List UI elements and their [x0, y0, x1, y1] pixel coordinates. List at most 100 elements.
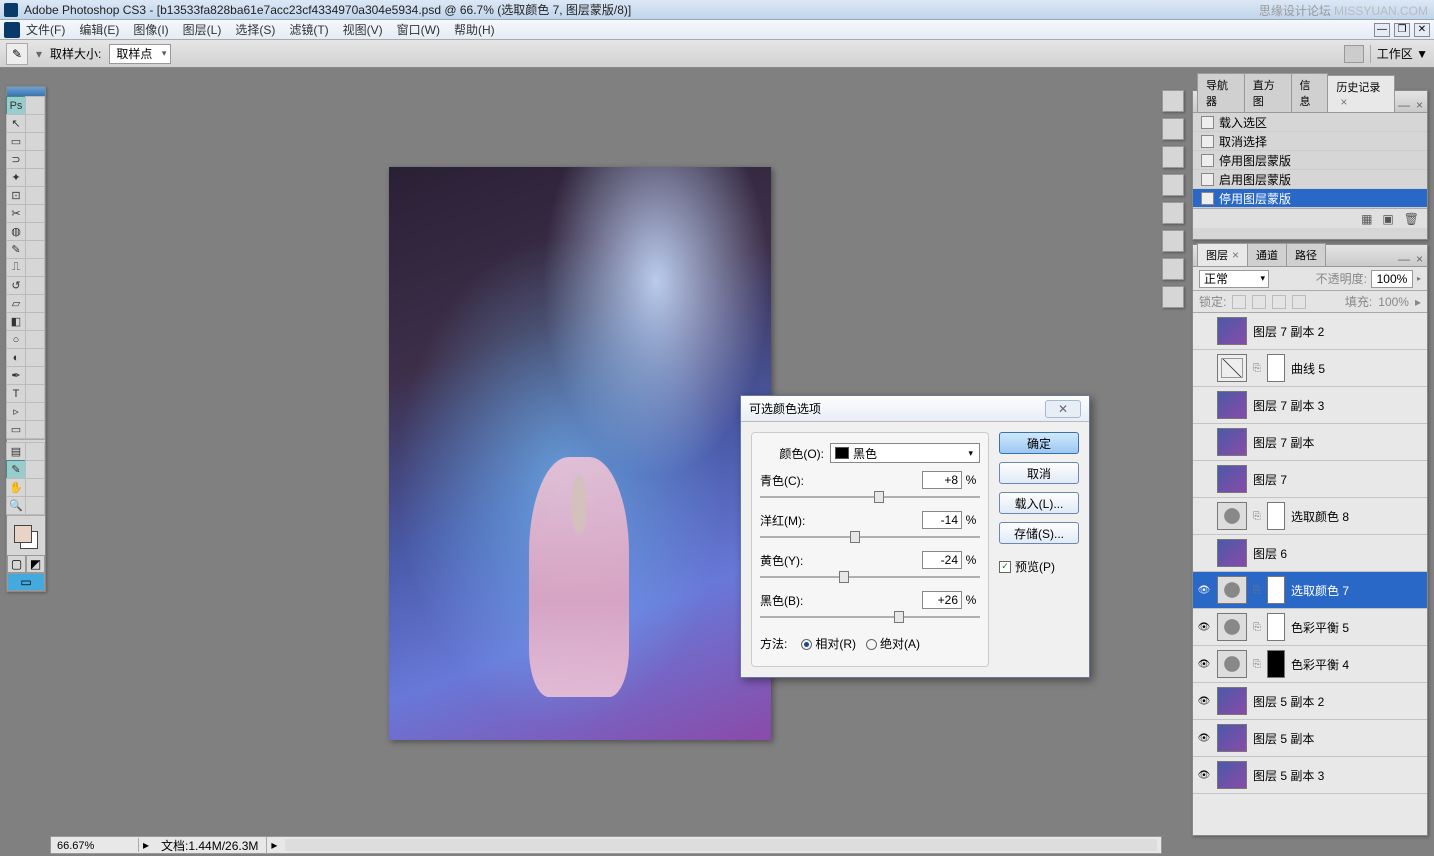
dodge-tool[interactable]: ◐ [6, 348, 26, 367]
layer-row[interactable]: 图层 5 副本 3 [1193, 757, 1427, 794]
layers-tab[interactable]: 路径 [1286, 243, 1326, 266]
color-swatch[interactable] [14, 525, 38, 549]
hand-tool[interactable]: ✋ [6, 478, 26, 497]
history-tab[interactable]: 直方图 [1244, 73, 1292, 112]
history-delete-icon[interactable]: 🗑 [1404, 212, 1419, 226]
lock-trans-icon[interactable] [1232, 295, 1246, 309]
zoom-input[interactable] [57, 840, 129, 852]
visibility-icon[interactable] [1197, 472, 1211, 486]
layer-row[interactable]: 图层 7 副本 2 [1193, 313, 1427, 350]
screenmode-icon[interactable]: ▭ [7, 573, 45, 591]
slider-track[interactable] [760, 491, 980, 503]
blend-mode-select[interactable]: 正常 [1199, 270, 1269, 288]
history-tab[interactable]: 历史记录× [1327, 75, 1395, 112]
gradient-tool[interactable]: ◧ [6, 312, 26, 331]
lock-all-icon[interactable] [1292, 295, 1306, 309]
crop-tool[interactable]: ⊡ [6, 186, 26, 205]
visibility-icon[interactable] [1197, 435, 1211, 449]
method-absolute-radio[interactable]: 绝对(A) [866, 635, 920, 652]
lock-pos-icon[interactable] [1272, 295, 1286, 309]
slider-value-input[interactable] [922, 551, 962, 569]
visibility-icon[interactable] [1197, 657, 1211, 671]
lasso-tool[interactable]: ⊃ [6, 150, 26, 169]
slider-track[interactable] [760, 571, 980, 583]
visibility-icon[interactable] [1197, 546, 1211, 560]
lock-pixels-icon[interactable] [1252, 295, 1266, 309]
marquee-tool[interactable]: ▭ [6, 132, 26, 151]
preview-checkbox[interactable]: ✓预览(P) [999, 558, 1079, 575]
layer-row[interactable]: 图层 7 副本 3 [1193, 387, 1427, 424]
dock-icon[interactable] [1162, 202, 1184, 224]
tool-preset-icon[interactable]: ✎ [6, 43, 28, 65]
status-menu2-icon[interactable]: ▸ [267, 838, 281, 852]
slider-track[interactable] [760, 611, 980, 623]
history-item[interactable]: 取消选择 [1193, 132, 1427, 151]
ok-button[interactable]: 确定 [999, 432, 1079, 454]
menu-item[interactable]: 滤镜(T) [289, 21, 328, 38]
menu-item[interactable]: 文件(F) [26, 21, 65, 38]
sample-size-select[interactable]: 取样点 [109, 44, 171, 64]
stamp-tool[interactable]: ⎍ [6, 258, 26, 277]
close-button[interactable]: ✕ [1414, 23, 1430, 37]
brush-tool[interactable]: ✎ [6, 240, 26, 259]
method-relative-radio[interactable]: 相对(R) [801, 635, 856, 652]
menu-item[interactable]: 编辑(E) [79, 21, 119, 38]
slider-value-input[interactable] [922, 511, 962, 529]
history-item[interactable]: ▶停用图层蒙版 [1193, 189, 1427, 208]
dock-icon[interactable] [1162, 258, 1184, 280]
history-brush-tool[interactable]: ↺ [6, 276, 26, 295]
history-tab[interactable]: 导航器 [1197, 73, 1245, 112]
dock-icon[interactable] [1162, 230, 1184, 252]
slider-value-input[interactable] [922, 471, 962, 489]
load-button[interactable]: 载入(L)... [999, 492, 1079, 514]
layers-tab[interactable]: 通道 [1247, 243, 1287, 266]
panel-minimize-icon[interactable]: — [1398, 98, 1410, 112]
layer-row[interactable]: 图层 7 [1193, 461, 1427, 498]
visibility-icon[interactable] [1197, 731, 1211, 745]
move-tool[interactable]: ↖ [6, 114, 26, 133]
dock-icon[interactable] [1162, 146, 1184, 168]
menu-item[interactable]: 视图(V) [343, 21, 383, 38]
layer-row[interactable]: ⎘选取颜色 8 [1193, 498, 1427, 535]
heal-tool[interactable]: ◍ [6, 222, 26, 241]
panel-minimize-icon[interactable]: — [1398, 252, 1410, 266]
eyedropper-tool[interactable]: ✎ [6, 460, 26, 479]
layer-row[interactable]: 图层 7 副本 [1193, 424, 1427, 461]
history-snapshot-icon[interactable]: ▦ [1361, 212, 1372, 226]
dialog-close-icon[interactable]: ✕ [1045, 400, 1081, 418]
layer-row[interactable]: 图层 5 副本 2 [1193, 683, 1427, 720]
standard-mode-icon[interactable]: ▢ [7, 555, 26, 573]
layer-row[interactable]: ⎘色彩平衡 4 [1193, 646, 1427, 683]
zoom-tool[interactable]: 🔍 [6, 496, 26, 515]
layers-tab[interactable]: 图层× [1197, 243, 1248, 266]
color-select[interactable]: 黑色 [830, 443, 980, 463]
wand-tool[interactable]: ✦ [6, 168, 26, 187]
shape-tool[interactable]: ▭ [6, 420, 26, 439]
history-item[interactable]: 载入选区 [1193, 113, 1427, 132]
type-tool[interactable]: T [6, 384, 26, 403]
layer-row[interactable]: 图层 5 副本 [1193, 720, 1427, 757]
panel-close-icon[interactable]: × [1416, 98, 1423, 112]
eraser-tool[interactable]: ▱ [6, 294, 26, 313]
visibility-icon[interactable] [1197, 768, 1211, 782]
dock-icon[interactable] [1162, 174, 1184, 196]
minimize-button[interactable]: — [1374, 23, 1390, 37]
history-item[interactable]: 停用图层蒙版 [1193, 151, 1427, 170]
layer-row[interactable]: ⎘色彩平衡 5 [1193, 609, 1427, 646]
layer-row[interactable]: ⎘选取颜色 7 [1193, 572, 1427, 609]
dock-icon[interactable] [1162, 286, 1184, 308]
quickmask-icon[interactable]: ◩ [26, 555, 45, 573]
dock-icon[interactable] [1162, 90, 1184, 112]
visibility-icon[interactable] [1197, 361, 1211, 375]
menu-item[interactable]: 图层(L) [183, 21, 222, 38]
visibility-icon[interactable] [1197, 620, 1211, 634]
opacity-value[interactable]: 100% [1371, 270, 1413, 288]
path-tool[interactable]: ▹ [6, 402, 26, 421]
panel-close-icon[interactable]: × [1416, 252, 1423, 266]
menu-item[interactable]: 窗口(W) [397, 21, 440, 38]
slider-track[interactable] [760, 531, 980, 543]
scrollbar[interactable] [285, 839, 1157, 851]
visibility-icon[interactable] [1197, 694, 1211, 708]
status-menu-icon[interactable]: ▸ [139, 838, 153, 852]
blur-tool[interactable]: ○ [6, 330, 26, 349]
